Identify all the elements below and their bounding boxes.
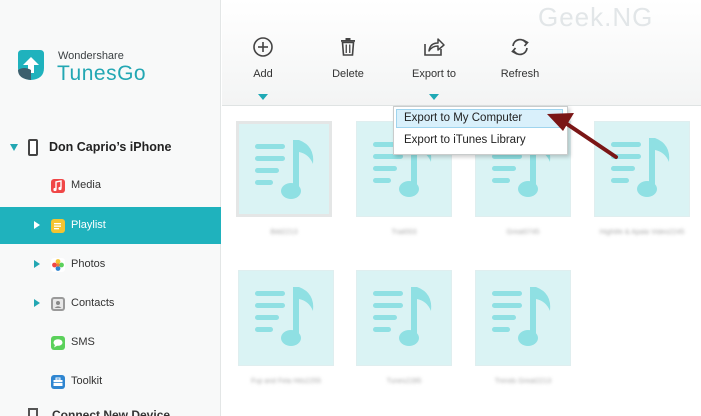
sms-icon [51,336,65,350]
share-export-icon [424,38,445,56]
toolbox-icon [51,375,65,389]
playlist-name[interactable]: Great0745 [468,227,578,238]
export-dropdown-menu: Export to My Computer Export to iTunes L… [393,106,568,155]
sidebar: Wondershare TunesGo Don Caprio’s iPhone … [0,0,221,416]
sidebar-item-label: SMS [71,336,95,348]
playlist-name[interactable]: Highlife & Apala Video2245 [587,227,697,238]
refresh-icon [511,38,529,56]
export-to-label: Export to [411,68,457,80]
device-name: Don Caprio’s iPhone [49,140,172,154]
export-dropdown-caret-icon[interactable] [429,94,439,100]
sidebar-item-label: Contacts [71,297,115,309]
sidebar-item-contacts[interactable]: Contacts [0,285,221,322]
playlist-thumbnail[interactable] [475,270,571,366]
playlist-thumbnail[interactable] [594,121,690,217]
trash-icon [341,38,355,56]
brand-name: TunesGo [57,62,147,85]
device-icon [28,408,38,416]
menu-item-export-to-my-computer[interactable]: Export to My Computer [396,109,563,128]
add-button[interactable]: Add [248,36,278,100]
playlist-name[interactable]: Tunes2285 [349,376,459,387]
sidebar-item-playlist[interactable]: Playlist [0,207,221,244]
plus-circle-icon [253,37,273,57]
expand-arrow-icon[interactable] [34,299,40,307]
sidebar-item-photos[interactable]: Photos [0,246,221,283]
iphone-icon [28,139,38,156]
add-label: Add [253,68,273,80]
toolbar: Geek.NG Add Delete Export to Refresh [222,0,701,106]
sidebar-item-label: Toolkit [71,375,103,387]
refresh-label: Refresh [500,68,540,80]
sidebar-item-label: Media [71,179,101,191]
playlist-music-icon [255,140,314,199]
playlist-music-icon [255,287,314,346]
sidebar-item-media[interactable]: Media [0,167,221,204]
sidebar-item-label: Photos [71,258,106,270]
contacts-icon [51,297,65,311]
playlist-music-icon [373,287,432,346]
sidebar-item-connect-device[interactable]: Connect New Device [20,407,210,416]
sidebar-item-sms[interactable]: SMS [0,324,221,361]
playlist-name[interactable]: Bild2213 [229,227,339,238]
expand-arrow-icon[interactable] [34,260,40,268]
refresh-button[interactable]: Refresh [500,36,540,98]
menu-item-export-to-itunes-library[interactable]: Export to iTunes Library [396,131,563,150]
playlist-thumbnail[interactable] [236,121,332,217]
playlist-thumbnail[interactable] [356,270,452,366]
expand-arrow-icon[interactable] [34,221,40,229]
playlist-name[interactable]: Fuji and Fela Hits2255 [231,376,341,387]
sidebar-item-toolkit[interactable]: Toolkit [0,363,221,400]
playlist-icon [51,219,65,233]
brand-vendor: Wondershare [58,50,124,62]
sidebar-item-label: Playlist [71,219,106,231]
playlist-thumbnail[interactable] [238,270,334,366]
music-note-icon [51,179,65,193]
playlist-music-icon [611,138,670,197]
playlist-name[interactable]: Trail003 [349,227,459,238]
collapse-arrow-icon[interactable] [10,144,18,151]
playlist-name[interactable]: Trends Great2213 [468,376,578,387]
playlist-music-icon [492,287,551,346]
device-header[interactable]: Don Caprio’s iPhone [0,134,221,162]
add-dropdown-caret-icon[interactable] [258,94,268,100]
flower-icon [51,258,65,272]
tunesgo-logo-icon [18,50,44,80]
delete-label: Delete [332,68,364,80]
export-to-button[interactable]: Export to [408,36,460,100]
delete-button[interactable]: Delete [330,36,366,98]
watermark: Geek.NG [538,2,654,32]
sidebar-item-label: Connect New Device [52,408,171,416]
